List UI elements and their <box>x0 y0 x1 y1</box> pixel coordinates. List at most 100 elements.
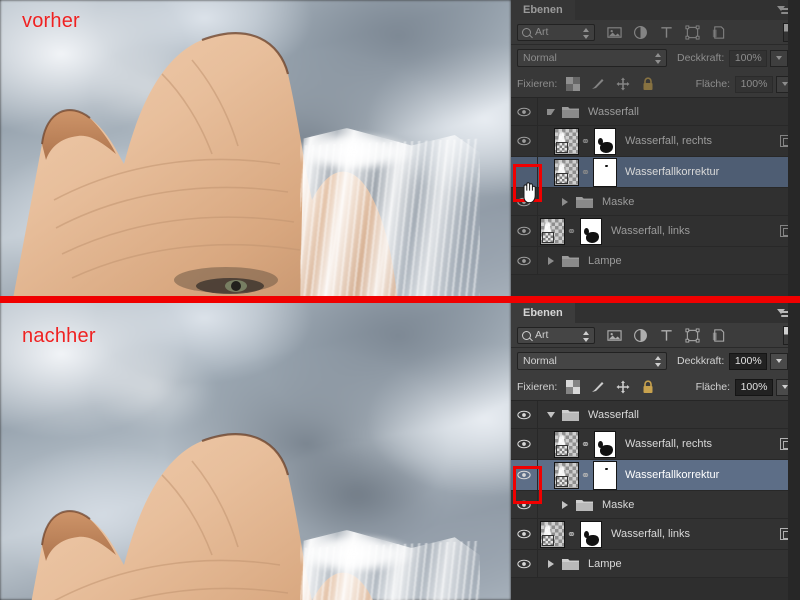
layer-name: Maske <box>602 195 635 208</box>
lock-transparency-icon-before[interactable] <box>566 77 581 91</box>
eye-icon <box>517 256 531 266</box>
tab-ebenen-after[interactable]: Ebenen <box>511 303 575 323</box>
lock-all-icon-before[interactable] <box>641 77 655 91</box>
image-filter-icon-before[interactable] <box>607 25 622 40</box>
lock-label-before: Fixieren: <box>517 78 558 90</box>
link-chain-icon[interactable]: ⚭ <box>581 166 590 179</box>
group-disclosure-triangle-icon[interactable] <box>543 411 559 418</box>
lock-image-icon-after[interactable] <box>591 380 605 394</box>
link-chain-icon[interactable]: ⚭ <box>581 135 590 148</box>
shape-filter-icon-after[interactable] <box>685 327 700 343</box>
lock-position-icon-after[interactable] <box>616 380 630 394</box>
layer-visibility-toggle[interactable] <box>511 98 538 125</box>
adjustment-filter-icon-after[interactable] <box>633 328 648 343</box>
opacity-value-before[interactable]: 100% <box>729 49 768 67</box>
group-disclosure-triangle-icon[interactable] <box>557 500 573 509</box>
layer-mask-thumbnail[interactable] <box>594 430 616 458</box>
group-disclosure-triangle-icon[interactable] <box>557 197 573 206</box>
opacity-slider-button-after[interactable] <box>770 352 789 370</box>
layer-row[interactable]: Lampe <box>511 550 800 578</box>
link-chain-icon[interactable]: ⚭ <box>567 528 576 541</box>
smartobject-filter-icon-before[interactable] <box>711 25 726 40</box>
layer-name: Lampe <box>588 557 622 570</box>
filter-kind-select-before[interactable]: Art <box>517 23 595 41</box>
layer-visibility-toggle[interactable] <box>511 491 538 518</box>
fill-value-before[interactable]: 100% <box>735 75 773 93</box>
text-filter-icon-after[interactable] <box>659 328 674 343</box>
layer-thumbnail[interactable] <box>554 158 579 186</box>
panel-tabbar-after: Ebenen <box>511 303 800 323</box>
filter-kind-select-after[interactable]: Art <box>517 326 595 344</box>
layer-thumbnail[interactable] <box>540 217 565 245</box>
smartobject-filter-icon-after[interactable] <box>711 328 726 343</box>
layer-visibility-toggle[interactable] <box>511 519 538 549</box>
opacity-value-after[interactable]: 100% <box>729 352 768 370</box>
text-filter-icon-before[interactable] <box>659 25 674 40</box>
eye-icon <box>517 500 531 510</box>
layer-visibility-toggle[interactable] <box>511 429 538 459</box>
layer-thumbnail[interactable] <box>540 520 565 548</box>
link-chain-icon[interactable]: ⚭ <box>581 469 590 482</box>
eye-icon <box>517 439 531 449</box>
layer-mask-thumbnail[interactable] <box>593 460 617 490</box>
composite-photo-before <box>0 0 511 300</box>
lock-image-icon-before[interactable] <box>591 77 605 91</box>
shape-filter-icon-before[interactable] <box>685 24 700 40</box>
layer-row[interactable]: ⚭ Wasserfallkorrektur <box>511 157 800 188</box>
blend-mode-row-before: Normal Deckkraft: 100% <box>511 45 800 71</box>
layer-list-scrollbar-after[interactable] <box>788 303 800 600</box>
layer-mask-thumbnail[interactable] <box>594 127 616 155</box>
layer-mask-thumbnail[interactable] <box>580 217 602 245</box>
link-chain-icon[interactable]: ⚭ <box>567 225 576 238</box>
folder-icon <box>576 195 593 208</box>
fill-label-before: Fläche: <box>695 78 730 90</box>
layers-panel-after: Ebenen Art Normal Deckkraft: 100% Fixier… <box>511 303 800 600</box>
chevron-updown-icon-after <box>583 330 590 342</box>
group-disclosure-triangle-icon[interactable] <box>543 108 559 115</box>
fill-value-after[interactable]: 100% <box>735 378 773 396</box>
group-disclosure-triangle-icon[interactable] <box>543 559 559 568</box>
layer-mask-thumbnail[interactable] <box>593 157 617 187</box>
opacity-slider-button-before[interactable] <box>770 49 789 67</box>
layer-row[interactable]: ⚭ Wasserfallkorrektur <box>511 460 800 491</box>
tabbar-empty-after <box>574 303 800 323</box>
lock-position-icon-before[interactable] <box>616 77 630 91</box>
layer-mask-thumbnail[interactable] <box>580 520 602 548</box>
layer-thumbnail[interactable] <box>554 461 579 489</box>
tabbar-empty-before <box>574 0 800 20</box>
layer-visibility-toggle[interactable] <box>511 460 538 490</box>
image-filter-icon-after[interactable] <box>607 328 622 343</box>
adjustment-filter-icon-before[interactable] <box>633 25 648 40</box>
layer-row[interactable]: ⚭ Wasserfall, links <box>511 216 800 247</box>
layer-row[interactable]: Wasserfall <box>511 98 800 126</box>
layer-row[interactable]: Lampe <box>511 247 800 275</box>
layer-visibility-toggle[interactable] <box>511 126 538 156</box>
link-chain-icon[interactable]: ⚭ <box>581 438 590 451</box>
tab-ebenen-before[interactable]: Ebenen <box>511 0 575 20</box>
layer-row[interactable]: ⚭ Wasserfall, links <box>511 519 800 550</box>
layer-row[interactable]: Wasserfall <box>511 401 800 429</box>
lock-icons-before <box>566 77 655 91</box>
group-disclosure-triangle-icon[interactable] <box>543 256 559 265</box>
layer-list-scrollbar-before[interactable] <box>788 0 800 297</box>
screenshot-root: vorher nachher Ebenen Art Normal Deckkra… <box>0 0 800 600</box>
layer-visibility-toggle[interactable] <box>511 401 538 428</box>
lock-all-icon-after[interactable] <box>641 380 655 394</box>
blend-mode-select-before[interactable]: Normal <box>517 49 667 67</box>
layer-row[interactable]: ⚭ Wasserfall, rechts <box>511 429 800 460</box>
blend-mode-select-after[interactable]: Normal <box>517 352 667 370</box>
layer-name: Wasserfall, rechts <box>625 438 713 450</box>
layer-thumbnail[interactable] <box>554 430 579 458</box>
layer-name: Lampe <box>588 254 622 267</box>
layer-visibility-toggle[interactable] <box>511 216 538 246</box>
layer-thumbnail[interactable] <box>554 127 579 155</box>
lock-transparency-icon-after[interactable] <box>566 380 581 394</box>
layer-visibility-toggle[interactable] <box>511 550 538 577</box>
layer-row[interactable]: Maske <box>511 188 800 216</box>
lock-label-after: Fixieren: <box>517 381 558 393</box>
opacity-label-before: Deckkraft: <box>677 52 725 64</box>
layer-visibility-toggle[interactable] <box>511 247 538 274</box>
layer-row[interactable]: Maske <box>511 491 800 519</box>
eye-icon <box>517 226 531 236</box>
layer-row[interactable]: ⚭ Wasserfall, rechts <box>511 126 800 157</box>
